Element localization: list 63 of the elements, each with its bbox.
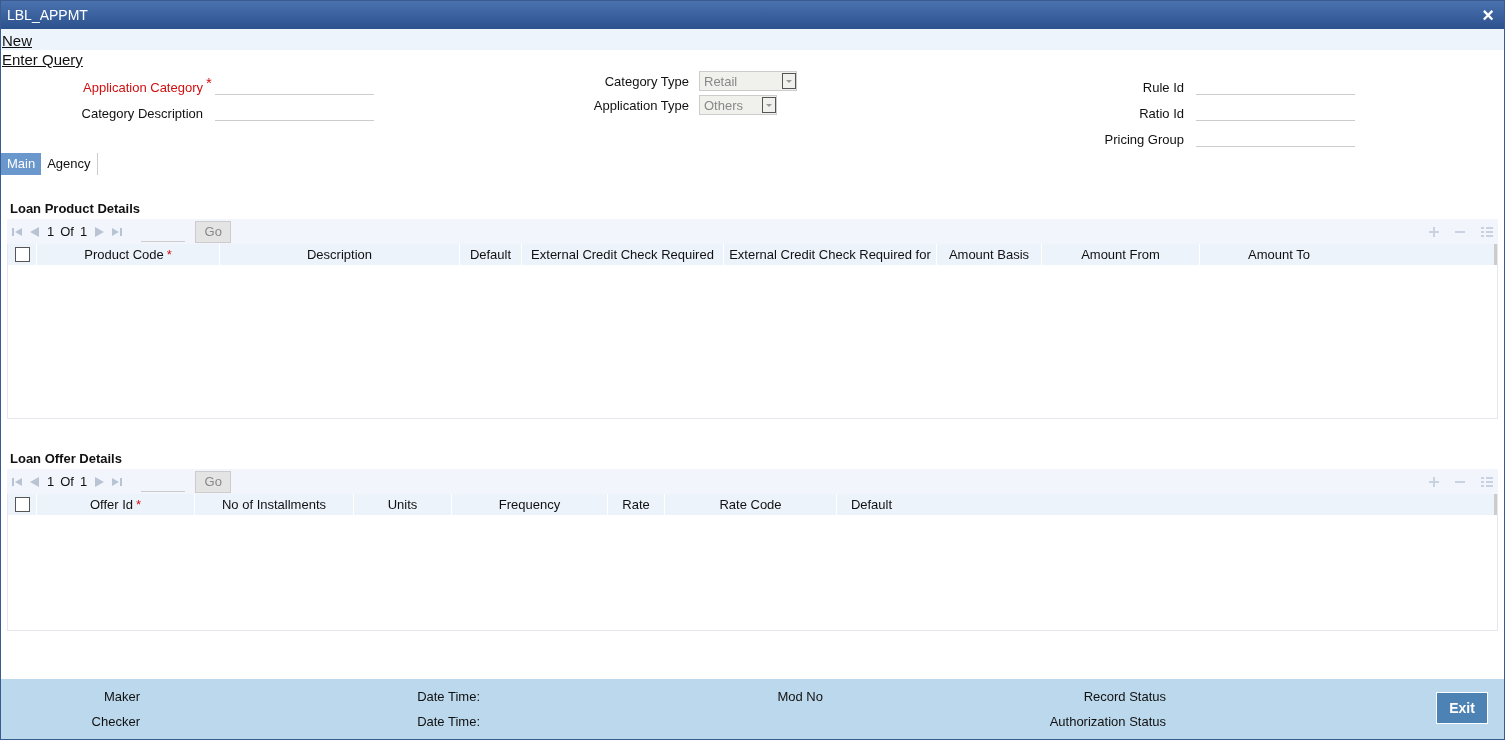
page-total: 1 <box>79 224 88 239</box>
page-number: 1 <box>47 224 55 239</box>
column-header: Units <box>387 497 418 512</box>
next-page-icon[interactable] <box>93 225 106 238</box>
required-mark: * <box>205 73 213 91</box>
exit-button[interactable]: Exit <box>1436 692 1488 724</box>
column-header: External Credit Check Required <box>531 247 714 262</box>
field-label: Ratio Id <box>1138 106 1184 121</box>
section-title: Loan Product Details <box>9 200 142 218</box>
window-title: LBL_APPMT <box>7 7 88 23</box>
audit-label: Mod No <box>776 689 823 704</box>
menu-link[interactable]: New <box>1 29 1504 50</box>
go-button[interactable]: Go <box>195 470 232 493</box>
first-page-icon[interactable] <box>11 475 23 488</box>
column-header: Offer Id <box>89 497 134 512</box>
field-label: Category Type <box>603 73 689 89</box>
field-label: Application Type <box>592 97 689 113</box>
last-page-icon[interactable] <box>111 225 124 238</box>
audit-label: Date Time: <box>416 714 480 729</box>
field-label: Application Category <box>82 80 203 95</box>
page-number: 1 <box>47 474 55 489</box>
column-header: Product Code <box>84 247 164 262</box>
go-button[interactable]: Go <box>195 220 232 243</box>
page-of-label: Of <box>60 474 74 489</box>
audit-label: Date Time: <box>416 689 480 704</box>
menu-link[interactable]: Enter Query <box>1 50 83 69</box>
column-header: Amount Basis <box>948 247 1030 262</box>
column-header: No of Installments <box>221 497 326 512</box>
column-header: Rate Code <box>719 497 782 512</box>
column-header: Description <box>307 247 372 262</box>
previous-page-icon[interactable] <box>29 225 41 238</box>
audit-label: Authorization Status <box>1048 714 1166 729</box>
required-mark: * <box>166 247 172 262</box>
list-icon[interactable] <box>1480 225 1494 238</box>
column-header: Rate <box>622 497 650 512</box>
add-row-icon[interactable] <box>1428 225 1440 238</box>
column-header: Amount To <box>1248 247 1310 262</box>
column-header: External Credit Check Required for <box>729 247 931 262</box>
add-row-icon[interactable] <box>1428 475 1440 488</box>
list-icon[interactable] <box>1480 475 1494 488</box>
select-all-checkbox[interactable] <box>14 247 30 262</box>
column-header: Default <box>850 497 893 512</box>
close-button[interactable]: × <box>1478 5 1498 25</box>
last-page-icon[interactable] <box>111 475 124 488</box>
column-header: Frequency <box>498 497 561 512</box>
audit-label: Checker <box>90 714 140 729</box>
audit-label: Maker <box>102 689 140 704</box>
field-label: Rule Id <box>1141 80 1184 95</box>
section-title: Loan Offer Details <box>9 450 123 468</box>
required-mark: * <box>136 497 142 512</box>
column-header: Default <box>469 247 512 262</box>
audit-label: Record Status <box>1082 689 1166 704</box>
tab[interactable]: Main <box>1 153 42 175</box>
first-page-icon[interactable] <box>11 225 23 238</box>
tab[interactable]: Agency <box>41 153 98 175</box>
field-label: Pricing Group <box>1103 132 1184 147</box>
page-of-label: Of <box>60 224 74 239</box>
page-total: 1 <box>79 474 88 489</box>
column-header: Amount From <box>1081 247 1160 262</box>
field-label: Category Description <box>80 106 203 121</box>
previous-page-icon[interactable] <box>29 475 41 488</box>
select-all-checkbox[interactable] <box>14 497 30 512</box>
next-page-icon[interactable] <box>93 475 106 488</box>
